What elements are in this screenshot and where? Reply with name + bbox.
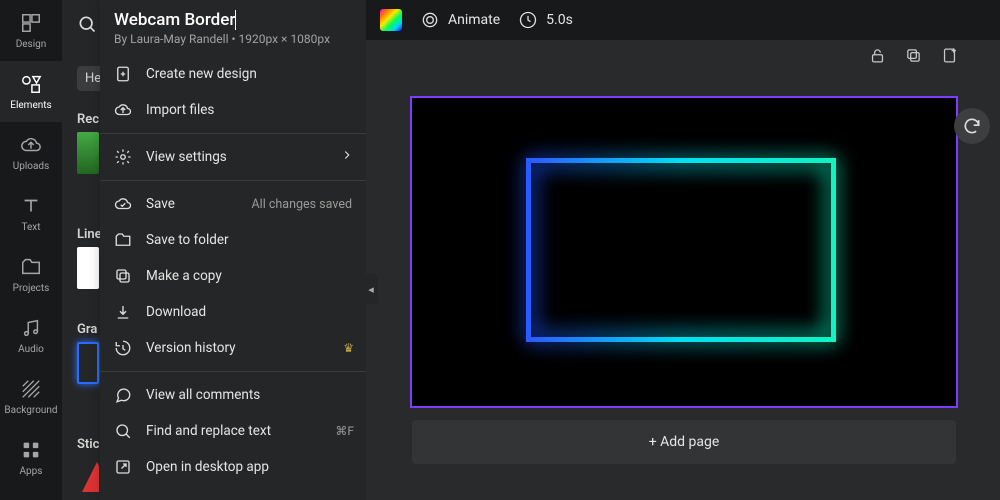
external-icon xyxy=(114,458,132,476)
menu-label: View all comments xyxy=(146,387,260,403)
editor-stage: ◂ + Add page xyxy=(366,40,1000,500)
save-status: All changes saved xyxy=(252,197,352,212)
search-icon[interactable] xyxy=(77,14,99,44)
clock-icon xyxy=(518,10,538,30)
menu-save[interactable]: Save All changes saved xyxy=(100,186,366,222)
folder-icon xyxy=(114,231,132,249)
menu-view-comments[interactable]: View all comments xyxy=(100,377,366,413)
canvas-actions xyxy=(868,46,958,64)
panel-collapse-handle[interactable]: ◂ xyxy=(364,274,378,304)
section-graphics: Gra xyxy=(77,322,97,337)
background-icon xyxy=(19,377,43,401)
copy-icon xyxy=(114,267,132,285)
menu-open-desktop[interactable]: Open in desktop app xyxy=(100,449,366,485)
menu-save-to-folder[interactable]: Save to folder xyxy=(100,222,366,258)
menu-label: Import files xyxy=(146,102,214,118)
history-icon xyxy=(114,339,132,357)
lock-icon[interactable] xyxy=(868,46,886,64)
menu-separator xyxy=(100,180,366,181)
toolbar-label: Animate xyxy=(448,12,500,28)
animate-button[interactable]: Animate xyxy=(420,10,500,30)
elements-icon xyxy=(19,72,43,96)
menu-find-replace[interactable]: Find and replace text ⌘F xyxy=(100,413,366,449)
rail-audio[interactable]: Audio xyxy=(0,305,62,366)
plus-page-icon xyxy=(114,65,132,83)
top-toolbar: Animate 5.0s xyxy=(366,0,1000,40)
neon-frame-element[interactable] xyxy=(526,158,836,342)
design-title-text: Webcam Border xyxy=(114,10,235,30)
menu-separator xyxy=(100,371,366,372)
cloud-check-icon xyxy=(114,195,132,213)
import-icon xyxy=(114,101,132,119)
search-icon xyxy=(114,422,132,440)
section-recently-used: Rec xyxy=(77,112,99,127)
menu-version-history[interactable]: Version history ♛ xyxy=(100,330,366,366)
rail-label: Design xyxy=(16,39,47,50)
menu-label: Open in desktop app xyxy=(146,459,269,475)
rail-label: Elements xyxy=(10,100,51,111)
design-byline: By Laura-May Randell • 1920px × 1080px xyxy=(100,32,366,56)
canvas[interactable] xyxy=(412,98,956,406)
menu-make-copy[interactable]: Make a copy xyxy=(100,258,366,294)
list-item[interactable] xyxy=(77,342,99,384)
list-item[interactable] xyxy=(77,457,99,497)
left-rail: Design Elements Uploads Text Projects Au… xyxy=(0,0,62,500)
color-picker[interactable] xyxy=(380,9,402,31)
duration-button[interactable]: 5.0s xyxy=(518,10,573,30)
design-title[interactable]: Webcam Border xyxy=(100,0,366,32)
menu-label: Download xyxy=(146,304,206,320)
menu-download[interactable]: Download xyxy=(100,294,366,330)
menu-label: Find and replace text xyxy=(146,423,271,439)
add-page-button[interactable]: + Add page xyxy=(412,420,956,464)
chevron-right-icon xyxy=(340,148,354,166)
crown-icon: ♛ xyxy=(343,341,354,355)
rail-projects[interactable]: Projects xyxy=(0,244,62,305)
menu-separator xyxy=(100,133,366,134)
menu-label: Version history xyxy=(146,340,236,356)
menu-label: Save to folder xyxy=(146,232,229,248)
menu-view-settings[interactable]: View settings xyxy=(100,139,366,175)
apps-icon xyxy=(19,438,43,462)
file-menu: Webcam Border By Laura-May Randell • 192… xyxy=(100,0,366,500)
rail-label: Uploads xyxy=(13,161,49,172)
rail-background[interactable]: Background xyxy=(0,366,62,427)
toolbar-label: 5.0s xyxy=(546,12,573,28)
rail-label: Audio xyxy=(18,344,44,355)
add-page-icon[interactable] xyxy=(940,46,958,64)
text-icon xyxy=(19,194,43,218)
rail-text[interactable]: Text xyxy=(0,183,62,244)
gear-icon xyxy=(114,148,132,166)
rail-elements[interactable]: Elements xyxy=(0,61,62,122)
projects-icon xyxy=(19,255,43,279)
rail-label: Background xyxy=(4,405,57,416)
rail-label: Apps xyxy=(20,466,43,477)
audio-icon xyxy=(19,316,43,340)
duplicate-page-icon[interactable] xyxy=(904,46,922,64)
design-icon xyxy=(19,11,43,35)
rail-uploads[interactable]: Uploads xyxy=(0,122,62,183)
section-stickers: Stic xyxy=(77,437,99,452)
list-item[interactable] xyxy=(77,247,99,289)
menu-label: View settings xyxy=(146,149,227,165)
add-page-label: + Add page xyxy=(649,434,720,450)
regenerate-button[interactable] xyxy=(954,108,990,144)
section-lines: Line xyxy=(77,227,102,242)
animate-icon xyxy=(420,10,440,30)
download-icon xyxy=(114,303,132,321)
menu-create-new-design[interactable]: Create new design xyxy=(100,56,366,92)
comment-icon xyxy=(114,386,132,404)
rail-design[interactable]: Design xyxy=(0,0,62,61)
rail-label: Projects xyxy=(13,283,50,294)
menu-import-files[interactable]: Import files xyxy=(100,92,366,128)
menu-label: Make a copy xyxy=(146,268,222,284)
menu-label: Save xyxy=(146,196,175,212)
keyboard-shortcut: ⌘F xyxy=(335,424,354,438)
uploads-icon xyxy=(19,133,43,157)
list-item[interactable] xyxy=(77,132,99,174)
rail-label: Text xyxy=(21,222,40,233)
rail-apps[interactable]: Apps xyxy=(0,427,62,488)
menu-label: Create new design xyxy=(146,66,257,82)
